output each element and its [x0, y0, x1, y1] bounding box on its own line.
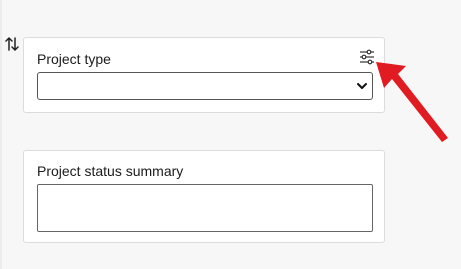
- project-type-card: Project type: [23, 37, 385, 113]
- form-canvas: Project type Project status summary: [0, 0, 461, 269]
- project-status-summary-textarea[interactable]: [37, 184, 373, 232]
- project-type-select[interactable]: [37, 72, 373, 100]
- chevron-down-icon: [357, 83, 367, 89]
- sort-arrows-icon[interactable]: [4, 36, 20, 52]
- annotation-arrow-icon: [376, 62, 448, 142]
- project-type-label: Project type: [37, 51, 111, 67]
- project-status-summary-label: Project status summary: [37, 163, 184, 179]
- project-status-summary-card: Project status summary: [23, 150, 385, 243]
- left-edge-divider: [0, 0, 2, 269]
